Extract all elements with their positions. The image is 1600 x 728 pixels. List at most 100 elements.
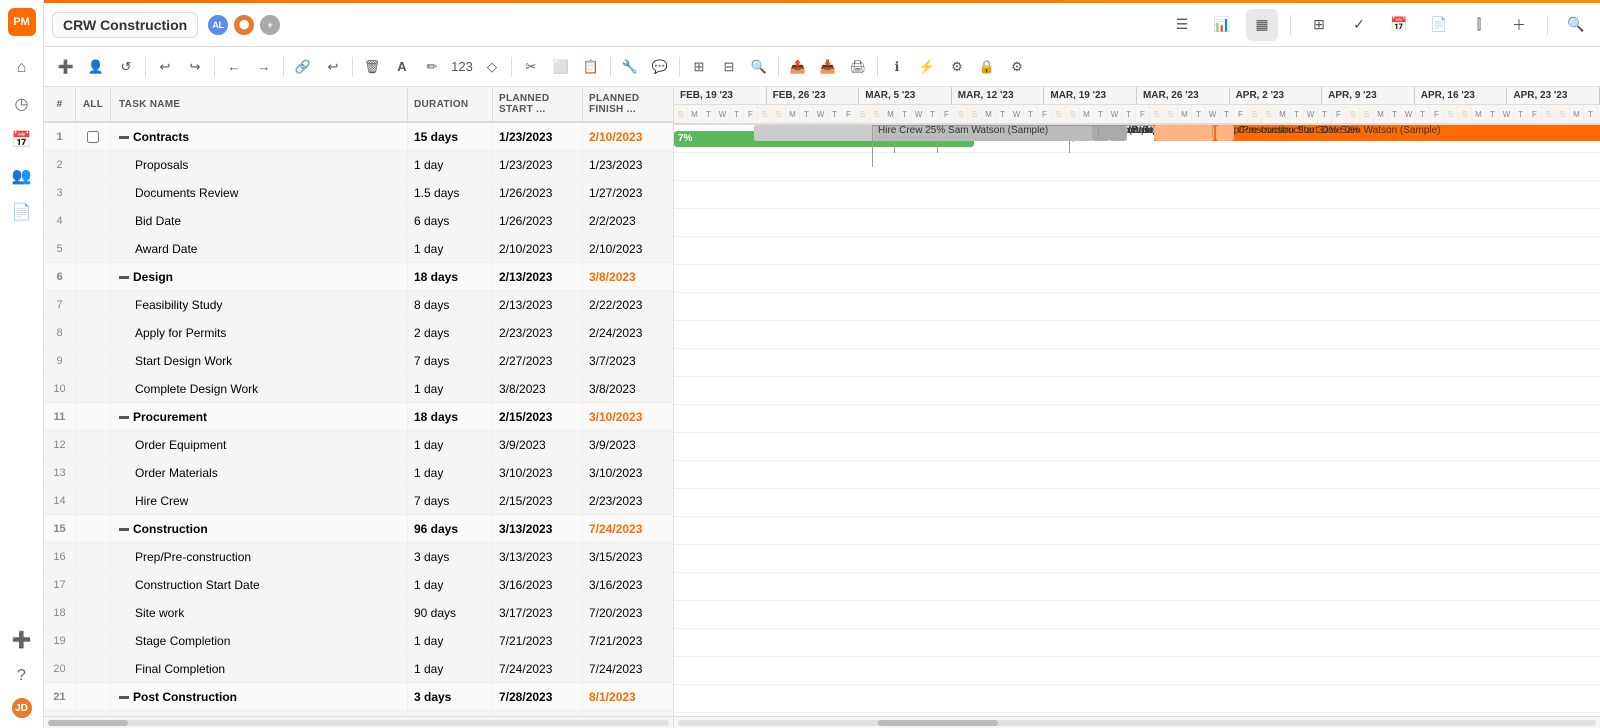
row-checkbox[interactable] [76, 683, 111, 710]
tb-zoom-icon[interactable]: 🔍 [745, 53, 773, 81]
table-row[interactable]: 20 Final Completion 1 day 7/24/2023 7/24… [44, 655, 673, 683]
row-checkbox[interactable] [76, 151, 111, 178]
table-row[interactable]: 3 Documents Review 1.5 days 1/26/2023 1/… [44, 179, 673, 207]
tb-lock-icon[interactable]: 🔒 [973, 53, 1001, 81]
row-checkbox[interactable] [76, 291, 111, 318]
row-checkbox[interactable] [76, 515, 111, 542]
view-chart-icon[interactable]: 📊 [1206, 9, 1238, 41]
tb-print-icon[interactable]: 🖨 [844, 53, 872, 81]
tb-diamond-icon[interactable]: ◇ [478, 53, 506, 81]
row-checkbox[interactable] [76, 655, 111, 682]
tb-import-icon[interactable]: 📥 [814, 53, 842, 81]
table-row[interactable]: 10 Complete Design Work 1 day 3/8/2023 3… [44, 375, 673, 403]
scrollbar-track[interactable] [48, 720, 669, 726]
row-checkbox[interactable] [76, 319, 111, 346]
nav-help-icon[interactable]: ? [6, 660, 38, 692]
table-row[interactable]: 5 Award Date 1 day 2/10/2023 2/10/2023 [44, 235, 673, 263]
table-row[interactable]: 16 Prep/Pre-construction 3 days 3/13/202… [44, 543, 673, 571]
tb-delete-icon[interactable]: 🗑 [358, 53, 386, 81]
tb-settings-icon[interactable]: ⚙ [1003, 53, 1031, 81]
table-row[interactable]: 14 Hire Crew 7 days 2/15/2023 2/23/2023 [44, 487, 673, 515]
tb-font-icon[interactable]: A [388, 53, 416, 81]
tb-filter2-icon[interactable]: ⚡ [913, 53, 941, 81]
table-row[interactable]: 18 Site work 90 days 3/17/2023 7/20/2023 [44, 599, 673, 627]
row-checkbox[interactable] [76, 347, 111, 374]
row-checkbox[interactable] [76, 543, 111, 570]
view-cal-icon[interactable]: 📅 [1383, 9, 1415, 41]
tb-add-icon[interactable]: ➕ [52, 53, 80, 81]
table-row[interactable]: 13 Order Materials 1 day 3/10/2023 3/10/… [44, 459, 673, 487]
search-icon[interactable]: 🔍 [1560, 9, 1592, 41]
view-add-icon[interactable]: ＋ [1503, 9, 1535, 41]
table-row[interactable]: 8 Apply for Permits 2 days 2/23/2023 2/2… [44, 319, 673, 347]
table-row[interactable]: 12 Order Equipment 1 day 3/9/2023 3/9/20… [44, 431, 673, 459]
table-row[interactable]: 9 Start Design Work 7 days 2/27/2023 3/7… [44, 347, 673, 375]
row-checkbox[interactable] [76, 123, 111, 150]
tb-undo-icon[interactable]: ↩ [151, 53, 179, 81]
nav-calendar-icon[interactable]: 📅 [6, 124, 38, 156]
tb-num-icon[interactable]: 123 [448, 53, 476, 81]
tb-copy-icon[interactable]: ⬜ [547, 53, 575, 81]
view-doc-icon[interactable]: 📄 [1423, 9, 1455, 41]
group-collapse-icon[interactable]: ▬ [119, 691, 129, 702]
tb-cut-icon[interactable]: ✂ [517, 53, 545, 81]
row-checkbox[interactable] [76, 627, 111, 654]
pm-logo[interactable]: PM [8, 8, 36, 36]
tb-paste-icon[interactable]: 📋 [577, 53, 605, 81]
view-gantt-icon[interactable]: ▦ [1246, 9, 1278, 41]
tb-table-icon[interactable]: ⊞ [685, 53, 713, 81]
nav-users-icon[interactable]: 👥 [6, 160, 38, 192]
tb-export-icon[interactable]: 📤 [784, 53, 812, 81]
tb-redo-icon[interactable]: ↪ [181, 53, 209, 81]
row-checkbox[interactable] [76, 487, 111, 514]
table-row[interactable]: 17 Construction Start Date 1 day 3/16/20… [44, 571, 673, 599]
gantt-scrollbar-track[interactable] [678, 720, 1596, 726]
col-header-all[interactable]: ALL [76, 87, 111, 121]
tb-user-icon[interactable]: 👤 [82, 53, 110, 81]
scrollbar-thumb[interactable] [48, 720, 128, 726]
view-list-icon[interactable]: ☰ [1166, 9, 1198, 41]
row-checkbox[interactable] [76, 375, 111, 402]
group-collapse-icon[interactable]: ▬ [119, 411, 129, 422]
tb-refresh-icon[interactable]: ↺ [112, 53, 140, 81]
table-row[interactable]: 15 ▬Construction 96 days 3/13/2023 7/24/… [44, 515, 673, 543]
table-row[interactable]: 1 ▬Contracts 15 days 1/23/2023 2/10/2023 [44, 123, 673, 151]
row-checkbox[interactable] [76, 263, 111, 290]
tb-wrench-icon[interactable]: 🔧 [616, 53, 644, 81]
group-collapse-icon[interactable]: ▬ [119, 131, 129, 142]
project-title[interactable]: CRW Construction [52, 12, 198, 38]
horizontal-scrollbar[interactable] [44, 716, 673, 728]
tb-grid-icon[interactable]: ⊟ [715, 53, 743, 81]
table-row[interactable]: 7 Feasibility Study 8 days 2/13/2023 2/2… [44, 291, 673, 319]
row-checkbox[interactable] [76, 179, 111, 206]
group-collapse-icon[interactable]: ▬ [119, 271, 129, 282]
tb-indent-left-icon[interactable]: ← [220, 53, 248, 81]
table-row[interactable]: 2 Proposals 1 day 1/23/2023 1/23/2023 [44, 151, 673, 179]
table-row[interactable]: 21 ▬Post Construction 3 days 7/28/2023 8… [44, 683, 673, 711]
table-row[interactable]: 4 Bid Date 6 days 1/26/2023 2/2/2023 [44, 207, 673, 235]
nav-add-icon[interactable]: ➕ [6, 624, 38, 656]
view-check-icon[interactable]: ✓ [1343, 9, 1375, 41]
view-col-icon[interactable]: ⫿ [1463, 9, 1495, 41]
table-row[interactable]: 11 ▬Procurement 18 days 2/15/2023 3/10/2… [44, 403, 673, 431]
row-checkbox[interactable] [76, 571, 111, 598]
row-checkbox[interactable] [76, 235, 111, 262]
row-checkbox[interactable] [76, 431, 111, 458]
nav-docs-icon[interactable]: 📄 [6, 196, 38, 228]
tb-comment-icon[interactable]: 💬 [646, 53, 674, 81]
tb-indent-right-icon[interactable]: → [250, 53, 278, 81]
tb-pen-icon[interactable]: ✏ [418, 53, 446, 81]
gantt-horizontal-scrollbar[interactable] [674, 716, 1600, 728]
row-checkbox[interactable] [76, 403, 111, 430]
nav-home-icon[interactable]: ⌂ [6, 52, 38, 84]
user-avatar[interactable]: JD [10, 696, 34, 720]
tb-unlink-icon[interactable]: ↩ [319, 53, 347, 81]
tb-link-icon[interactable]: 🔗 [289, 53, 317, 81]
tb-filter-icon[interactable]: ⚙ [943, 53, 971, 81]
group-collapse-icon[interactable]: ▬ [119, 523, 129, 534]
table-row[interactable]: 19 Stage Completion 1 day 7/21/2023 7/21… [44, 627, 673, 655]
gantt-scrollbar-thumb[interactable] [878, 720, 998, 726]
row-checkbox[interactable] [76, 599, 111, 626]
tb-info-icon[interactable]: ℹ [883, 53, 911, 81]
row-checkbox[interactable] [76, 459, 111, 486]
